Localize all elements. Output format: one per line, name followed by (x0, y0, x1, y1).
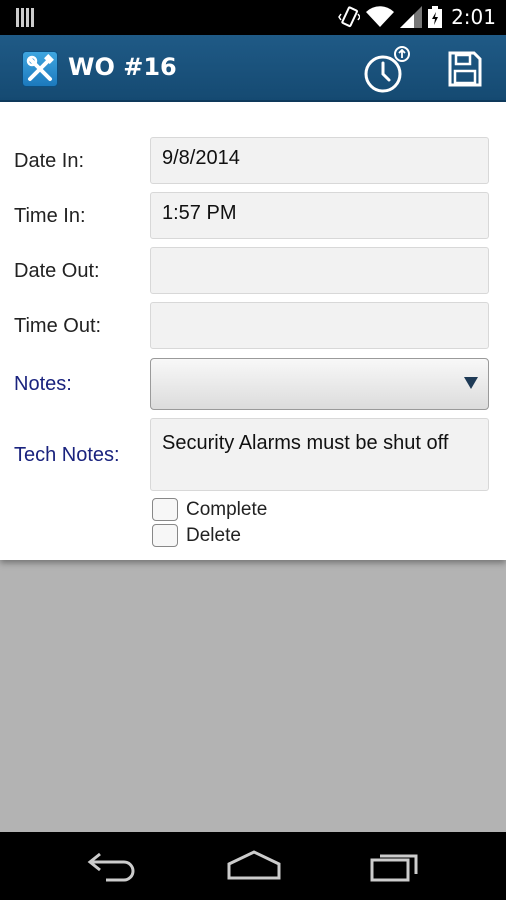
signal-icon (400, 6, 422, 28)
recents-icon[interactable] (368, 848, 422, 884)
vibrate-icon (338, 6, 360, 28)
clock-upload-button[interactable] (358, 43, 412, 97)
home-icon[interactable] (226, 848, 282, 884)
clock-upload-icon (364, 46, 410, 93)
save-button[interactable] (442, 49, 486, 89)
work-order-form: Date In: 9/8/2014 Time In: 1:57 PM Date … (0, 102, 506, 560)
tech-notes-label: Tech Notes: (14, 444, 120, 466)
status-bar: 2:01 (0, 0, 506, 35)
page-title: WO #16 (68, 53, 177, 81)
notification-icon (16, 8, 34, 27)
tools-icon[interactable] (22, 51, 58, 87)
time-out-field[interactable] (150, 302, 489, 349)
time-out-label: Time Out: (14, 315, 102, 337)
delete-label: Delete (186, 524, 241, 546)
date-out-label: Date Out: (14, 260, 100, 282)
notes-dropdown[interactable] (150, 358, 489, 410)
time-in-label: Time In: (14, 205, 86, 227)
action-bar: WO #16 (0, 35, 506, 102)
wifi-icon (366, 6, 394, 28)
dropdown-arrow-icon (464, 377, 478, 389)
date-in-label: Date In: (14, 150, 85, 172)
status-time: 2:01 (451, 5, 496, 29)
date-in-field[interactable]: 9/8/2014 (150, 137, 489, 184)
date-out-field[interactable] (150, 247, 489, 294)
delete-checkbox[interactable] (152, 524, 178, 547)
complete-checkbox-row[interactable]: Complete (152, 498, 267, 521)
complete-checkbox[interactable] (152, 498, 178, 521)
battery-icon (428, 6, 442, 28)
navigation-bar (0, 832, 506, 900)
tech-notes-field[interactable]: Security Alarms must be shut off (150, 418, 489, 491)
complete-label: Complete (186, 498, 268, 520)
back-icon[interactable] (86, 848, 138, 884)
notes-label: Notes: (14, 373, 72, 395)
save-icon (448, 51, 482, 87)
delete-checkbox-row[interactable]: Delete (152, 524, 241, 547)
time-in-field[interactable]: 1:57 PM (150, 192, 489, 239)
